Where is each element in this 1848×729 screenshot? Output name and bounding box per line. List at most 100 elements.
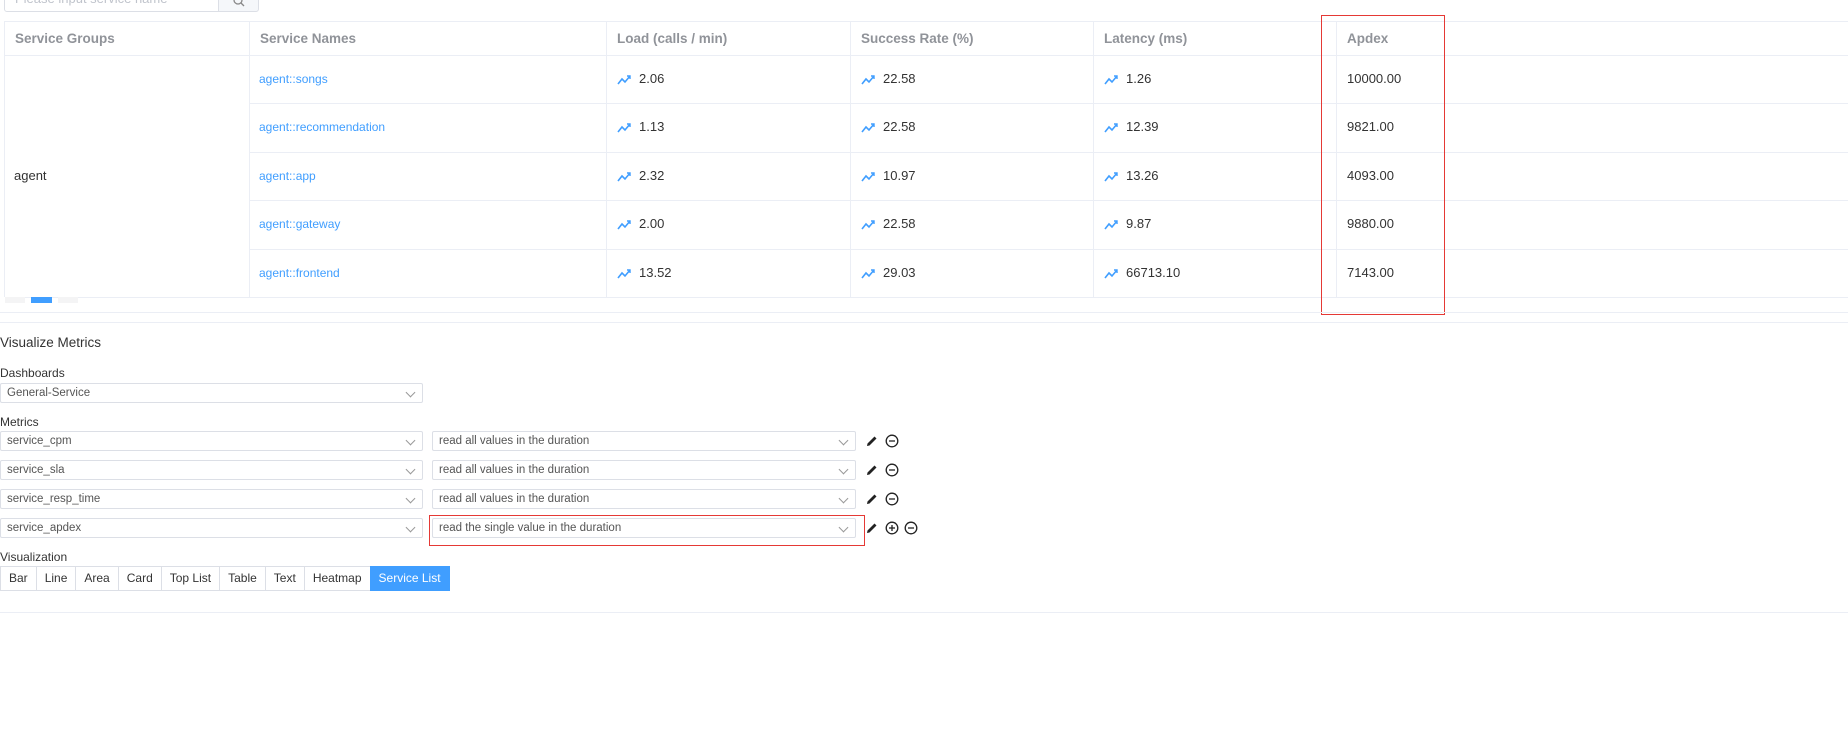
edit-icon[interactable] [865, 463, 879, 477]
trend-icon [617, 171, 631, 182]
divider [0, 322, 1848, 323]
trend-icon [617, 122, 631, 133]
dashboards-label: Dashboards [0, 366, 65, 380]
metric-mode-select[interactable]: read all values in the duration [432, 431, 856, 451]
trend-icon [617, 219, 631, 230]
search-input[interactable]: Please input service name [4, 0, 219, 12]
dashboard-select-value: General-Service [7, 387, 91, 399]
pager-prev[interactable] [5, 297, 25, 303]
latency-cell: 9.87 [1104, 200, 1151, 248]
trend-icon [861, 171, 875, 182]
metric-mode-select[interactable]: read all values in the duration [432, 489, 856, 509]
trend-icon [1104, 219, 1118, 230]
divider [0, 312, 1848, 313]
service-link[interactable]: agent::songs [259, 72, 328, 86]
viz-option-line[interactable]: Line [35, 566, 77, 591]
metric-mode-value: read all values in the duration [439, 493, 590, 505]
pager-next[interactable] [58, 297, 78, 303]
sla-cell: 22.58 [861, 200, 916, 248]
viz-option-card[interactable]: Card [117, 566, 162, 591]
edit-icon[interactable] [865, 492, 879, 506]
viz-option-area[interactable]: Area [75, 566, 119, 591]
service-name-cell[interactable]: agent::songs [259, 55, 328, 103]
service-group-cell: agent [14, 168, 47, 183]
viz-option-bar[interactable]: Bar [0, 566, 37, 591]
service-name-cell[interactable]: agent::recommendation [259, 103, 385, 151]
trend-icon [617, 268, 631, 279]
chevron-down-icon [405, 464, 416, 475]
service-name-cell[interactable]: agent::frontend [259, 249, 340, 297]
metric-mode-value: read all values in the duration [439, 435, 590, 447]
metrics-label: Metrics [0, 415, 39, 429]
viz-option-service-list[interactable]: Service List [369, 566, 450, 591]
header-success-rate: Success Rate (%) [861, 31, 974, 46]
apdex-mode-highlight [429, 515, 865, 546]
latency-cell: 13.26 [1104, 152, 1159, 200]
search-icon [233, 0, 245, 7]
service-link[interactable]: agent::recommendation [259, 120, 385, 134]
latency-cell: 66713.10 [1104, 249, 1180, 297]
dashboard-select[interactable]: General-Service [0, 383, 423, 403]
latency-cell: 12.39 [1104, 103, 1159, 151]
trend-icon [861, 74, 875, 85]
viz-option-heatmap[interactable]: Heatmap [303, 566, 371, 591]
remove-metric-icon[interactable] [885, 492, 899, 506]
latency-cell: 1.26 [1104, 55, 1151, 103]
chevron-down-icon [405, 522, 416, 533]
viz-option-top-list[interactable]: Top List [160, 566, 221, 591]
metric-name-value: service_resp_time [7, 493, 101, 505]
metric-name-select[interactable]: service_sla [0, 460, 423, 480]
chevron-down-icon [405, 493, 416, 504]
visualization-type-group: Bar Line Area Card Top List Table Text Heatmap S… [0, 566, 450, 591]
chevron-down-icon [838, 493, 849, 504]
service-link[interactable]: agent::app [259, 169, 316, 183]
metric-name-select[interactable]: service_resp_time [0, 489, 423, 509]
metric-name-select[interactable]: service_cpm [0, 431, 423, 451]
service-table: Service Groups Service Names Load (calls… [4, 21, 1848, 298]
chevron-down-icon [838, 435, 849, 446]
trend-icon [861, 122, 875, 133]
load-cell: 1.13 [617, 103, 664, 151]
trend-icon [1104, 268, 1118, 279]
viz-option-table[interactable]: Table [219, 566, 266, 591]
metric-mode-select[interactable]: read all values in the duration [432, 460, 856, 480]
edit-icon[interactable] [865, 434, 879, 448]
edit-icon[interactable] [865, 521, 879, 535]
viz-option-text[interactable]: Text [264, 566, 305, 591]
chevron-down-icon [405, 387, 416, 398]
service-link[interactable]: agent::gateway [259, 217, 340, 231]
remove-metric-icon[interactable] [904, 521, 918, 535]
metric-name-select[interactable]: service_apdex [0, 518, 423, 538]
service-name-cell[interactable]: agent::app [259, 152, 316, 200]
sla-cell: 22.58 [861, 103, 916, 151]
pager-current[interactable] [31, 297, 52, 303]
sla-cell: 22.58 [861, 55, 916, 103]
load-cell: 13.52 [617, 249, 672, 297]
apdex-column-highlight [1321, 15, 1445, 315]
trend-icon [1104, 74, 1118, 85]
sla-cell: 29.03 [861, 249, 916, 297]
metric-name-value: service_sla [7, 464, 65, 476]
add-metric-icon[interactable] [885, 521, 899, 535]
metric-mode-value: read all values in the duration [439, 464, 590, 476]
header-service-names: Service Names [260, 31, 357, 46]
remove-metric-icon[interactable] [885, 434, 899, 448]
chevron-down-icon [838, 464, 849, 475]
divider [0, 612, 1848, 613]
header-latency: Latency (ms) [1104, 31, 1188, 46]
metric-name-value: service_apdex [7, 522, 82, 534]
visualization-label: Visualization [0, 550, 68, 564]
visualize-metrics-title: Visualize Metrics [0, 335, 102, 350]
sla-cell: 10.97 [861, 152, 916, 200]
remove-metric-icon[interactable] [885, 463, 899, 477]
header-service-groups: Service Groups [15, 31, 115, 46]
trend-icon [861, 219, 875, 230]
service-name-cell[interactable]: agent::gateway [259, 200, 340, 248]
metric-name-value: service_cpm [7, 435, 72, 447]
load-cell: 2.00 [617, 200, 664, 248]
trend-icon [617, 74, 631, 85]
header-load: Load (calls / min) [617, 31, 728, 46]
trend-icon [861, 268, 875, 279]
search-button[interactable] [218, 0, 259, 12]
service-link[interactable]: agent::frontend [259, 266, 340, 280]
